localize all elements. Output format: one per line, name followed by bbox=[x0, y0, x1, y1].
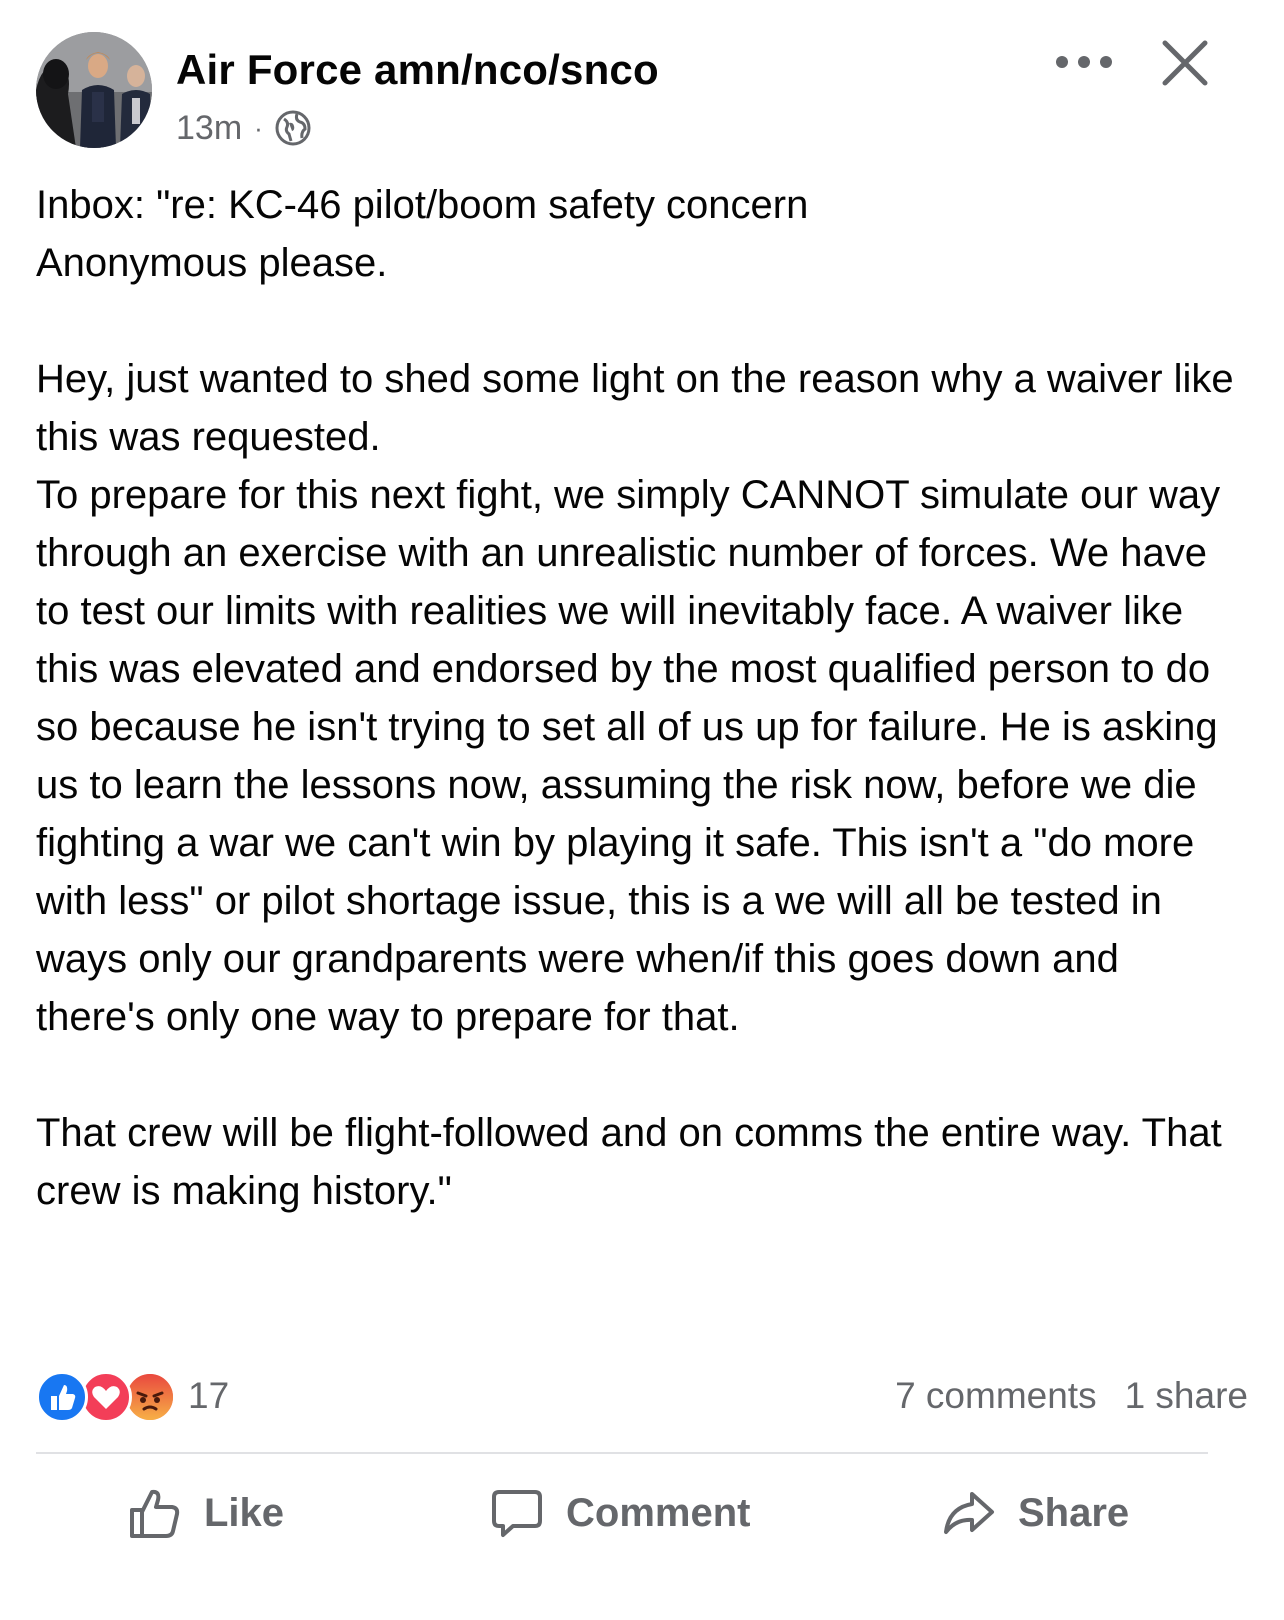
avatar[interactable] bbox=[36, 32, 152, 148]
share-button[interactable]: Share bbox=[942, 1476, 1129, 1550]
close-button[interactable] bbox=[1160, 38, 1210, 88]
meta-separator: · bbox=[254, 112, 263, 143]
post-text-line: Inbox: "re: KC-46 pilot/boom safety conc… bbox=[36, 183, 809, 227]
post-text-paragraph: Hey, just wanted to shed some light on t… bbox=[36, 357, 1245, 459]
reactions-summary: 17 7 comments 1 share bbox=[36, 1371, 1248, 1423]
comments-count[interactable]: 7 comments bbox=[895, 1375, 1097, 1416]
globe-icon bbox=[275, 110, 311, 146]
post-header: Air Force amn/nco/snco 13m · bbox=[36, 32, 1248, 152]
post-text-paragraph: To prepare for this next fight, we simpl… bbox=[36, 473, 1232, 1039]
divider bbox=[36, 1452, 1208, 1454]
thumbs-up-icon bbox=[130, 1489, 180, 1538]
reaction-count[interactable]: 17 bbox=[188, 1372, 229, 1420]
like-button[interactable]: Like bbox=[128, 1476, 284, 1550]
post-timestamp[interactable]: 13m bbox=[176, 109, 242, 148]
post-stats: 7 comments 1 share bbox=[895, 1372, 1248, 1420]
more-icon bbox=[1056, 56, 1112, 68]
close-icon bbox=[1162, 40, 1208, 86]
shares-count[interactable]: 1 share bbox=[1125, 1375, 1248, 1416]
comment-button[interactable]: Comment bbox=[490, 1476, 750, 1550]
comment-label: Comment bbox=[566, 1490, 751, 1535]
comment-icon bbox=[492, 1490, 542, 1537]
post-actions: Like Comment Share bbox=[36, 1476, 1208, 1550]
more-options-button[interactable] bbox=[1052, 46, 1116, 78]
author-name[interactable]: Air Force amn/nco/snco bbox=[176, 46, 659, 94]
share-icon bbox=[944, 1492, 994, 1534]
post-body: Inbox: "re: KC-46 pilot/boom safety conc… bbox=[36, 176, 1248, 1220]
share-label: Share bbox=[1018, 1490, 1130, 1535]
like-icon bbox=[36, 1371, 88, 1423]
post-text-line: Anonymous please. bbox=[36, 241, 388, 285]
post-meta: 13m · bbox=[176, 108, 311, 148]
like-label: Like bbox=[204, 1490, 285, 1535]
post-text-paragraph: That crew will be flight-followed and on… bbox=[36, 1111, 1233, 1213]
